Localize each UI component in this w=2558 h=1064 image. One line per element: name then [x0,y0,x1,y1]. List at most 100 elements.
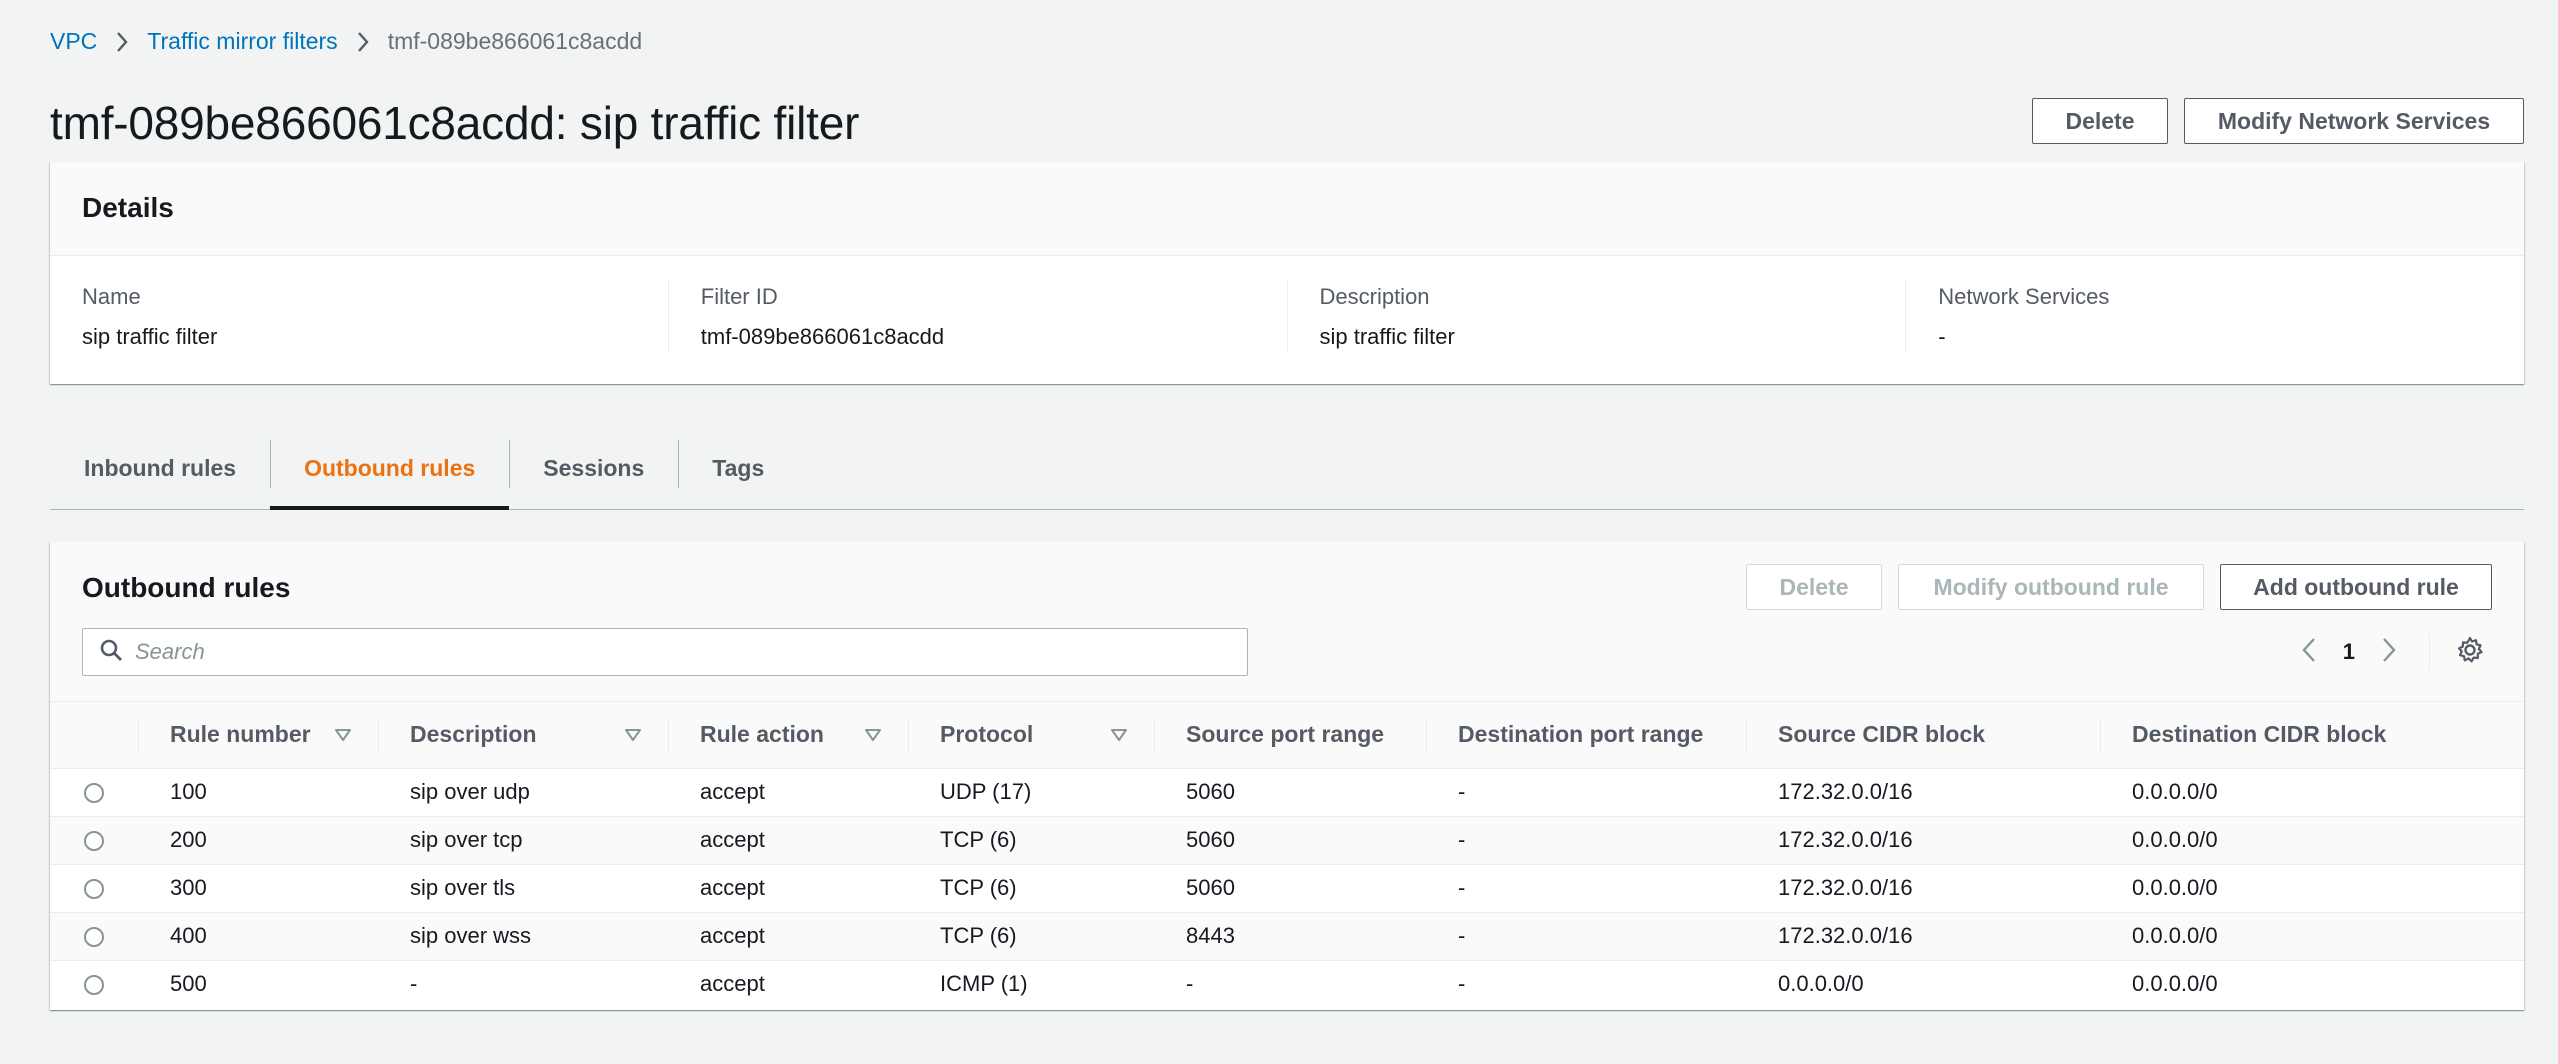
modify-network-services-button[interactable]: Modify Network Services [2184,98,2524,144]
rules-title: Outbound rules [82,572,291,603]
column-header-source-cidr-block: Source CIDR block [1746,702,2100,769]
cell-source-port-range: 5060 [1154,815,1426,864]
column-header-rule-number[interactable]: Rule number [138,702,378,769]
details-panel: Details Name sip traffic filter Filter I… [50,162,2524,384]
breadcrumb-traffic-mirror-filters[interactable]: Traffic mirror filters [147,28,337,55]
column-header-description[interactable]: Description [378,702,668,769]
page-title: tmf-089be866061c8acdd: sip traffic filte… [50,97,860,149]
cell-protocol: UDP (17) [908,767,1154,816]
cell-source-cidr-block: 172.32.0.0/16 [1746,815,2100,864]
previous-page-button[interactable] [2287,630,2331,674]
cell-rule-number: 100 [138,767,378,816]
modify-outbound-rule-button[interactable]: Modify outbound rule [1898,564,2204,610]
search-input[interactable] [135,639,1215,665]
cell-source-cidr-block: 172.32.0.0/16 [1746,863,2100,912]
delete-rule-button[interactable]: Delete [1746,564,1882,610]
header-actions: Delete Modify Network Services [2032,98,2524,144]
cell-destination-cidr-block: 0.0.0.0/0 [2100,815,2524,864]
cell-source-cidr-block: 172.32.0.0/16 [1746,911,2100,960]
search-box[interactable] [82,628,1248,676]
cell-rule-number: 500 [138,959,378,1008]
cell-destination-cidr-block: 0.0.0.0/0 [2100,863,2524,912]
breadcrumb-vpc[interactable]: VPC [50,28,97,55]
cell-source-cidr-block: 0.0.0.0/0 [1746,959,2100,1008]
cell-destination-port-range: - [1426,959,1746,1008]
cell-protocol: TCP (6) [908,863,1154,912]
tab-tags[interactable]: Tags [678,428,798,508]
rules-header: Outbound rules Delete Modify outbound ru… [50,542,2524,702]
sort-triangle-icon [624,721,642,748]
cell-description: - [378,959,668,1008]
detail-label: Description [1319,284,1430,309]
preferences-button[interactable] [2448,630,2492,674]
cell-rule-number: 300 [138,863,378,912]
search-icon [99,638,123,667]
cell-source-port-range: 5060 [1154,767,1426,816]
outbound-rules-table: Rule number Description Rule action Prot… [50,702,2524,1008]
cell-rule-action: accept [668,815,908,864]
chevron-left-icon [2301,637,2317,668]
next-page-button[interactable] [2367,630,2411,674]
gear-icon [2456,636,2484,669]
tab-bar: Inbound rules Outbound rules Sessions Ta… [50,428,2524,510]
delete-filter-button[interactable]: Delete [2032,98,2168,144]
detail-label: Filter ID [700,284,778,309]
detail-value: sip traffic filter [82,324,218,349]
add-outbound-rule-button[interactable]: Add outbound rule [2220,564,2492,610]
cell-source-port-range: 5060 [1154,863,1426,912]
row-select-radio[interactable] [84,783,104,804]
column-header-protocol[interactable]: Protocol [908,702,1154,769]
cell-destination-port-range: - [1426,911,1746,960]
cell-rule-action: accept [668,863,908,912]
cell-destination-port-range: - [1426,767,1746,816]
column-header-destination-cidr-block: Destination CIDR block [2100,702,2524,769]
cell-protocol: TCP (6) [908,911,1154,960]
sort-triangle-icon [864,721,882,748]
cell-destination-port-range: - [1426,863,1746,912]
page-number[interactable]: 1 [2343,639,2355,665]
details-body: Name sip traffic filter Filter ID tmf-08… [50,256,2524,352]
breadcrumb-current: tmf-089be866061c8acdd [387,28,643,54]
cell-rule-action: accept [668,959,908,1008]
table-row[interactable]: 200 sip over tcp accept TCP (6) 5060 - 1… [50,815,2524,864]
tab-inbound-rules[interactable]: Inbound rules [50,428,270,508]
detail-name: Name sip traffic filter [50,280,668,352]
tab-outbound-rules[interactable]: Outbound rules [270,428,510,510]
detail-network-services: Network Services - [1905,280,2524,352]
cell-rule-action: accept [668,767,908,816]
details-header: Details [50,162,2524,256]
cell-source-cidr-block: 172.32.0.0/16 [1746,767,2100,816]
column-header-source-port-range: Source port range [1154,702,1426,769]
sort-triangle-icon [1110,721,1128,748]
column-header-rule-action[interactable]: Rule action [668,702,908,769]
table-row[interactable]: 100 sip over udp accept UDP (17) 5060 - … [50,767,2524,816]
details-title: Details [82,192,174,223]
cell-protocol: ICMP (1) [908,959,1154,1008]
chevron-right-icon [2381,637,2397,668]
tab-sessions[interactable]: Sessions [509,428,678,508]
cell-rule-number: 400 [138,911,378,960]
detail-filter-id: Filter ID tmf-089be866061c8acdd [667,280,1287,352]
outbound-rules-panel: Outbound rules Delete Modify outbound ru… [50,542,2524,1010]
cell-destination-cidr-block: 0.0.0.0/0 [2100,959,2524,1008]
detail-label: Name [82,284,141,309]
detail-value: sip traffic filter [1319,324,1455,349]
select-column-header [50,702,138,769]
table-row[interactable]: 300 sip over tls accept TCP (6) 5060 - 1… [50,863,2524,912]
cell-destination-port-range: - [1426,815,1746,864]
cell-destination-cidr-block: 0.0.0.0/0 [2100,767,2524,816]
cell-description: sip over wss [378,911,668,960]
table-row[interactable]: 400 sip over wss accept TCP (6) 8443 - 1… [50,911,2524,960]
cell-description: sip over udp [378,767,668,816]
row-select-radio[interactable] [84,927,104,948]
row-select-radio[interactable] [84,831,104,852]
rules-actions: Delete Modify outbound rule Add outbound… [1746,564,2492,610]
row-select-radio[interactable] [84,879,104,900]
cell-protocol: TCP (6) [908,815,1154,864]
row-select-radio[interactable] [84,975,104,996]
table-row[interactable]: 500 - accept ICMP (1) - - 0.0.0.0/0 0.0.… [50,959,2524,1008]
cell-source-port-range: - [1154,959,1426,1008]
detail-description: Description sip traffic filter [1286,280,1906,352]
cell-destination-cidr-block: 0.0.0.0/0 [2100,911,2524,960]
cell-rule-action: accept [668,911,908,960]
